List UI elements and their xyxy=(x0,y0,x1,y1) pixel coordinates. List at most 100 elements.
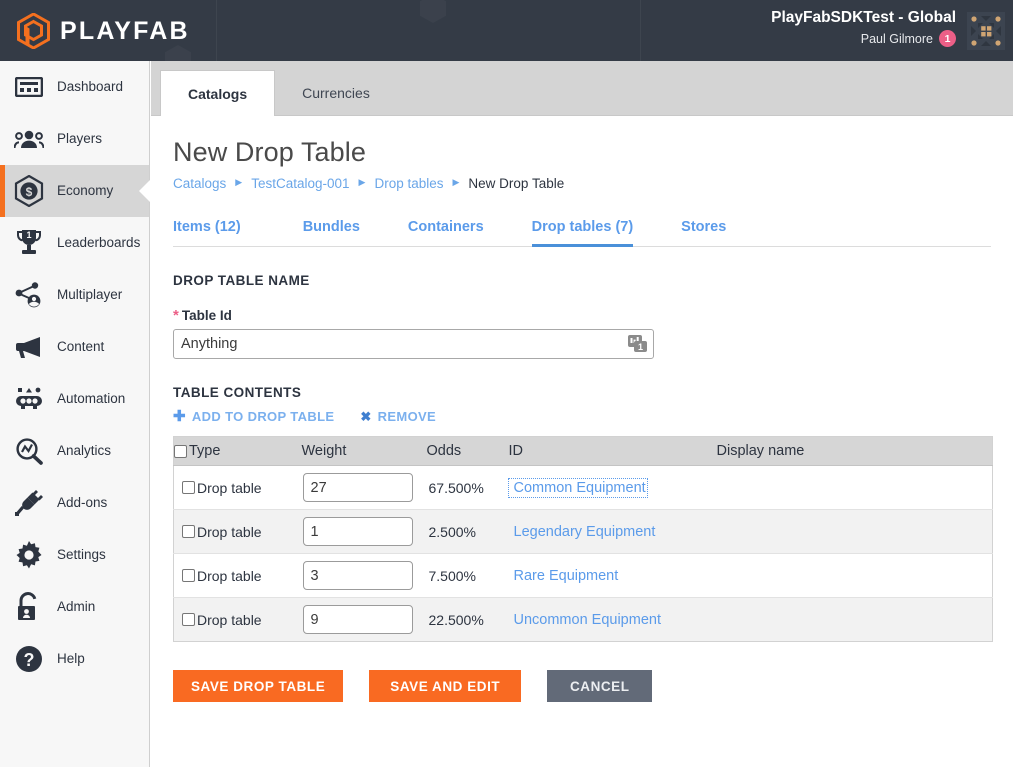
sidebar-item-admin[interactable]: Admin xyxy=(0,581,149,633)
cell-id: Legendary Equipment xyxy=(508,509,717,555)
cell-odds: 7.500% xyxy=(426,553,509,599)
sidebar-item-analytics[interactable]: Analytics xyxy=(0,425,149,477)
top-header-bar: PLAYFAB PlayFabSDKTest - Global Paul Gil… xyxy=(0,0,1013,61)
table-row[interactable]: Drop table 7.500% Rare Equipment xyxy=(173,553,993,599)
sidebar-item-economy[interactable]: $ Economy xyxy=(0,165,149,217)
weight-input[interactable] xyxy=(302,517,413,547)
remove-label: REMOVE xyxy=(377,409,437,425)
drop-table-link[interactable]: Rare Equipment xyxy=(510,568,619,584)
trophy-icon: 1 xyxy=(14,228,44,258)
playfab-hex-logo-icon xyxy=(17,12,50,50)
sidebar-item-leaderboards[interactable]: 1 Leaderboards xyxy=(0,217,149,269)
sidebar-item-label: Help xyxy=(57,651,85,667)
breadcrumb-item-testcatalog[interactable]: TestCatalog-001 xyxy=(251,176,349,191)
megaphone-icon xyxy=(14,332,44,362)
column-header-id: ID xyxy=(508,436,717,467)
table-id-field-wrap: 1 xyxy=(173,329,654,360)
table-row[interactable]: Drop table 22.500% Uncommon Equipment xyxy=(173,597,993,642)
column-header-odds: Odds xyxy=(426,436,509,467)
breadcrumb-separator-icon: ▶ xyxy=(235,177,243,188)
sidebar-item-multiplayer[interactable]: Multiplayer xyxy=(0,269,149,321)
notification-badge[interactable]: 1 xyxy=(939,30,956,47)
analytics-icon xyxy=(14,436,44,466)
table-header: Type Weight Odds ID Display name xyxy=(173,436,993,467)
sidebar-item-label: Analytics xyxy=(57,443,112,459)
table-contents-heading: TABLE CONTENTS xyxy=(173,385,302,401)
column-header-display-name: Display name xyxy=(716,436,993,467)
sidebar-item-add-ons[interactable]: Add-ons xyxy=(0,477,149,529)
table-row[interactable]: Drop table 2.500% Legendary Equipment xyxy=(173,509,993,555)
sidebar-item-help[interactable]: ? Help xyxy=(0,633,149,685)
sidebar-item-label: Automation xyxy=(57,391,126,407)
add-to-drop-table-button[interactable]: ✚ ADD TO DROP TABLE xyxy=(173,409,334,424)
svg-text:1: 1 xyxy=(638,342,643,352)
column-header-type: Type xyxy=(173,436,302,467)
row-checkbox[interactable] xyxy=(182,481,195,495)
sidebar-item-players[interactable]: Players xyxy=(0,113,149,165)
cell-id: Rare Equipment xyxy=(508,553,717,599)
catalog-subtabs: Items (12) Bundles Containers Drop table… xyxy=(173,211,991,248)
cell-odds: 2.500% xyxy=(426,509,509,555)
dashboard-icon xyxy=(14,72,44,102)
row-type-label: Drop table xyxy=(197,611,262,628)
table-row[interactable]: Drop table 67.500% Common Equipment xyxy=(173,465,993,511)
drop-table-contents-table: Type Weight Odds ID Display name Drop ta… xyxy=(173,436,993,643)
drop-table-link[interactable]: Legendary Equipment xyxy=(510,524,656,540)
table-header-row: Type Weight Odds ID Display name xyxy=(173,436,993,467)
svg-text:$: $ xyxy=(26,185,33,199)
studio-title: PlayFabSDKTest - Global xyxy=(771,9,956,26)
cancel-button[interactable]: CANCEL xyxy=(547,670,653,703)
table-id-label-text: Table Id xyxy=(181,308,232,324)
cell-weight xyxy=(301,465,427,511)
password-manager-fill-icon[interactable]: 1 xyxy=(627,333,649,355)
cell-type: Drop table xyxy=(174,598,302,642)
save-drop-table-button[interactable]: SAVE DROP TABLE xyxy=(173,670,344,703)
sidebar-item-label: Admin xyxy=(57,599,96,615)
row-checkbox[interactable] xyxy=(182,569,195,583)
row-checkbox[interactable] xyxy=(182,613,195,627)
sidebar-item-label: Content xyxy=(57,339,105,355)
drop-table-link[interactable]: Uncommon Equipment xyxy=(510,612,662,628)
weight-input[interactable] xyxy=(302,605,413,635)
page-title: New Drop Table xyxy=(173,137,366,167)
account-user[interactable]: Paul Gilmore 1 xyxy=(771,30,956,47)
sidebar-nav: Dashboard Players $ Economy 1 Leaderboar… xyxy=(0,61,150,767)
cell-display-name xyxy=(716,553,993,599)
drop-table-link[interactable]: Common Equipment xyxy=(507,478,648,499)
sidebar-item-automation[interactable]: Automation xyxy=(0,373,149,425)
select-all-checkbox[interactable] xyxy=(174,444,187,458)
subtab-stores[interactable]: Stores xyxy=(657,219,750,246)
cell-id: Common Equipment xyxy=(507,465,717,511)
subtab-bundles[interactable]: Bundles xyxy=(279,219,384,246)
tab-catalogs[interactable]: Catalogs xyxy=(160,70,276,116)
brand-name: PLAYFAB xyxy=(60,16,190,45)
required-marker: * xyxy=(173,307,179,325)
sidebar-item-label: Leaderboards xyxy=(57,235,141,251)
remove-button[interactable]: ✖ REMOVE xyxy=(360,409,436,424)
subtab-items[interactable]: Items (12) xyxy=(173,219,265,246)
breadcrumb-item-catalogs[interactable]: Catalogs xyxy=(173,176,226,191)
sidebar-item-settings[interactable]: Settings xyxy=(0,529,149,581)
column-header-type-label: Type xyxy=(189,443,221,460)
breadcrumb: Catalogs ▶ TestCatalog-001 ▶ Drop tables… xyxy=(173,176,1013,191)
weight-input[interactable] xyxy=(302,473,413,503)
save-and-edit-button[interactable]: SAVE AND EDIT xyxy=(369,670,522,703)
svg-text:1: 1 xyxy=(26,230,31,240)
brand-logo[interactable]: PLAYFAB xyxy=(17,12,190,50)
breadcrumb-item-drop-tables[interactable]: Drop tables xyxy=(374,176,443,191)
subtab-containers[interactable]: Containers xyxy=(384,219,508,246)
subtab-drop-tables[interactable]: Drop tables (7) xyxy=(508,219,658,248)
tab-currencies[interactable]: Currencies xyxy=(275,70,397,115)
sidebar-item-dashboard[interactable]: Dashboard xyxy=(0,61,149,113)
plug-icon xyxy=(14,488,44,518)
table-actions-row: ✚ ADD TO DROP TABLE ✖ REMOVE xyxy=(173,409,1013,424)
app-grid-icon[interactable] xyxy=(967,12,1005,50)
row-checkbox[interactable] xyxy=(182,525,195,539)
cell-display-name xyxy=(717,598,993,642)
multiplayer-icon xyxy=(14,280,44,310)
cell-type: Drop table xyxy=(173,509,302,555)
weight-input[interactable] xyxy=(302,561,413,591)
account-block: PlayFabSDKTest - Global Paul Gilmore 1 xyxy=(771,8,956,47)
sidebar-item-content[interactable]: Content xyxy=(0,321,149,373)
table-id-input[interactable] xyxy=(173,329,654,360)
